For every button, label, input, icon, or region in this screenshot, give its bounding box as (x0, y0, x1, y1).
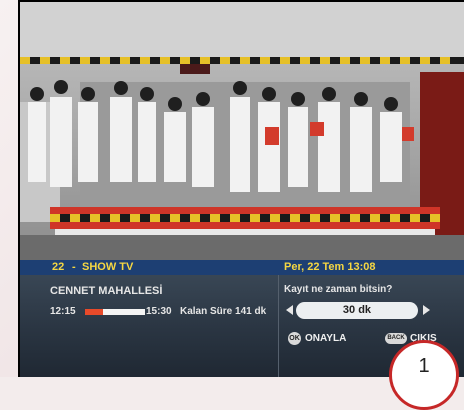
program-progress-bar (85, 309, 145, 315)
channel-number: 22 (52, 261, 65, 273)
floor (20, 235, 464, 260)
decrease-duration-arrow-icon[interactable] (286, 305, 293, 315)
increase-duration-arrow-icon[interactable] (423, 305, 430, 315)
program-progress-fill (85, 309, 103, 315)
hazard-stripe-bottom (50, 214, 440, 222)
video-scene (20, 2, 464, 260)
confirm-button-label[interactable]: ONAYLA (305, 333, 346, 344)
white-railing (55, 229, 435, 235)
record-end-question: Kayıt ne zaman bitsin? (284, 284, 393, 295)
current-datetime: Per, 22 Tem 13:08 (284, 261, 376, 273)
remaining-time: Kalan Süre 141 dk (180, 306, 267, 317)
ceiling (20, 2, 464, 62)
channel-info-bar: 22 - SHOW TV Per, 22 Tem 13:08 (20, 260, 464, 275)
program-title: CENNET MAHALLESİ (50, 285, 163, 297)
panel-divider (278, 275, 279, 377)
program-start-time: 12:15 (50, 306, 76, 317)
channel-name: SHOW TV (82, 261, 134, 273)
program-end-time: 15:30 (146, 306, 172, 317)
step-number: 1 (418, 355, 430, 377)
step-number-badge: 1 (389, 340, 459, 410)
back-key-icon[interactable]: BACK (385, 333, 407, 344)
record-duration-selector[interactable]: 30 dk (296, 302, 418, 319)
channel-separator: - (72, 261, 76, 273)
ok-key-icon[interactable]: OK (288, 332, 301, 345)
video-frame-image (20, 2, 464, 260)
led-sign (180, 64, 210, 74)
